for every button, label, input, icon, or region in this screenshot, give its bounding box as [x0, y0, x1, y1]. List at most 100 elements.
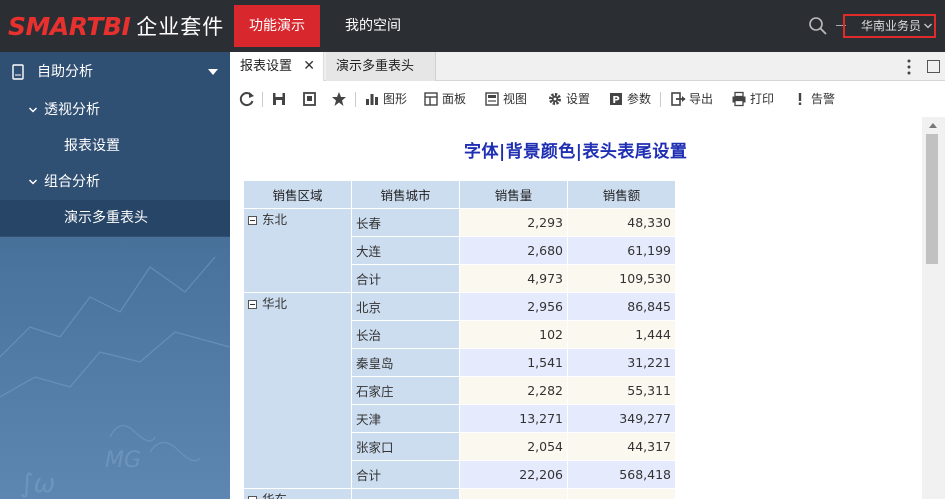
nav-my-space[interactable]: 我的空间	[330, 5, 416, 47]
panel-icon	[424, 92, 438, 106]
bar-chart-icon	[366, 94, 378, 105]
sidebar-item-label: 报表设置	[64, 138, 120, 154]
favorite-button[interactable]	[331, 90, 350, 108]
print-icon	[732, 91, 746, 107]
panel-button[interactable]: 面板	[423, 90, 466, 108]
quantity-cell: 102	[459, 320, 568, 349]
top-bar: SMARTBI 企业套件 功能演示 我的空间 华南业务员	[0, 0, 945, 52]
amount-cell: 86,845	[567, 292, 676, 321]
region-cell[interactable]: 东北	[243, 208, 352, 293]
params-label: 参数	[627, 92, 652, 106]
table-row: 华东	[243, 488, 676, 499]
maximize-icon[interactable]	[927, 60, 940, 73]
city-cell: 合计	[351, 460, 460, 489]
nav-feature-demo[interactable]: 功能演示	[234, 5, 320, 47]
quantity-cell: 1,541	[459, 348, 568, 377]
sidebar-item-combined-analysis[interactable]: 组合分析	[0, 164, 230, 200]
region-cell[interactable]: 华东	[243, 488, 352, 499]
tab-report-settings[interactable]: 报表设置 ✕	[230, 52, 324, 81]
tab-bar: 报表设置 ✕ 演示多重表头	[230, 52, 945, 81]
scrollbar-thumb[interactable]	[926, 134, 938, 264]
settings-button[interactable]: 设置	[547, 90, 590, 108]
save-button[interactable]	[271, 90, 290, 108]
tab-label: 报表设置	[240, 59, 293, 74]
view-button[interactable]: 视图	[484, 90, 527, 108]
collapse-icon[interactable]	[248, 300, 257, 309]
amount-cell: 349,277	[567, 404, 676, 433]
sidebar: MG ∫ω 自助分析 透视分析 报表设置 组合分析 演示多重表头	[0, 52, 230, 499]
chart-button[interactable]: 图形	[364, 90, 407, 108]
vertical-scrollbar[interactable]	[922, 117, 945, 499]
alert-button[interactable]: 告警	[792, 90, 835, 108]
collapse-icon[interactable]	[248, 216, 257, 225]
refresh-button[interactable]	[239, 90, 258, 108]
export-label: 导出	[689, 92, 714, 106]
scroll-up-icon[interactable]	[929, 123, 937, 128]
amount-cell: 1,444	[567, 320, 676, 349]
more-vertical-icon[interactable]	[902, 58, 916, 76]
sidebar-item-pivot-analysis[interactable]: 透视分析	[0, 92, 230, 128]
params-icon: P	[610, 93, 622, 106]
toolbar: 图形 面板 视图 设置 P 参数 导出 打印 告警	[230, 81, 945, 117]
gear-icon	[549, 93, 561, 105]
city-cell: 北京	[351, 292, 460, 321]
report-canvas: 字体|背景颜色|表头表尾设置 销售区域 销售城市 销售量 销售额 东北 长春 2,2…	[230, 117, 922, 499]
settings-label: 设置	[566, 92, 591, 106]
report-title: 字体|背景颜色|表头表尾设置	[464, 142, 688, 162]
region-label: 东北	[262, 212, 288, 227]
star-icon	[332, 92, 346, 106]
save-as-icon	[303, 92, 316, 106]
amount-cell: 568,418	[567, 460, 676, 489]
caret-down-icon	[208, 69, 218, 75]
panel-label: 面板	[442, 92, 467, 106]
quantity-cell: 2,054	[459, 432, 568, 461]
header-quantity: 销售量	[459, 180, 568, 209]
city-cell: 天津	[351, 404, 460, 433]
save-as-button[interactable]	[302, 90, 321, 108]
region-cell[interactable]: 华北	[243, 292, 352, 489]
city-cell: 长治	[351, 320, 460, 349]
city-cell: 长春	[351, 208, 460, 237]
quantity-cell: 4,973	[459, 264, 568, 293]
amount-cell: 109,530	[567, 264, 676, 293]
header-amount: 销售额	[567, 180, 676, 209]
sidebar-item-report-settings[interactable]: 报表设置	[0, 128, 230, 164]
sidebar-item-label: 透视分析	[44, 102, 100, 118]
table-header-row: 销售区域 销售城市 销售量 销售额	[243, 180, 676, 209]
view-icon	[485, 92, 499, 106]
tab-label: 演示多重表头	[336, 59, 415, 74]
export-icon	[671, 92, 686, 106]
svg-text:∫ω: ∫ω	[20, 469, 55, 499]
city-cell: 张家口	[351, 432, 460, 461]
logo-brand: SMARTBI	[8, 11, 131, 41]
chart-label: 图形	[383, 92, 408, 106]
city-cell	[351, 488, 460, 499]
sidebar-item-label: 自助分析	[37, 64, 93, 80]
print-label: 打印	[750, 92, 775, 106]
quantity-cell	[459, 488, 568, 499]
save-icon	[273, 93, 285, 105]
close-icon[interactable]: ✕	[303, 52, 315, 81]
print-button[interactable]: 打印	[731, 90, 774, 108]
alert-label: 告警	[811, 92, 836, 106]
search-icon[interactable]	[808, 16, 828, 36]
svg-text:P: P	[612, 95, 619, 106]
amount-cell: 55,311	[567, 376, 676, 405]
export-button[interactable]: 导出	[670, 90, 713, 108]
sidebar-item-multi-header-demo[interactable]: 演示多重表头	[0, 200, 230, 236]
sidebar-item-self-service[interactable]: 自助分析	[0, 54, 230, 90]
quantity-cell: 2,293	[459, 208, 568, 237]
sidebar-menu: 自助分析 透视分析 报表设置 组合分析 演示多重表头	[0, 52, 230, 237]
header-region: 销售区域	[243, 180, 352, 209]
amount-cell: 48,330	[567, 208, 676, 237]
view-label: 视图	[503, 92, 528, 106]
quantity-cell: 2,956	[459, 292, 568, 321]
tab-multi-header-demo[interactable]: 演示多重表头	[326, 52, 436, 81]
amount-cell: 61,199	[567, 236, 676, 265]
logo: SMARTBI 企业套件	[8, 9, 224, 43]
user-menu[interactable]: 华南业务员	[843, 14, 936, 38]
city-cell: 石家庄	[351, 376, 460, 405]
chevron-down-icon	[28, 107, 38, 113]
svg-text:MG: MG	[105, 448, 141, 473]
params-button[interactable]: P 参数	[608, 90, 651, 108]
